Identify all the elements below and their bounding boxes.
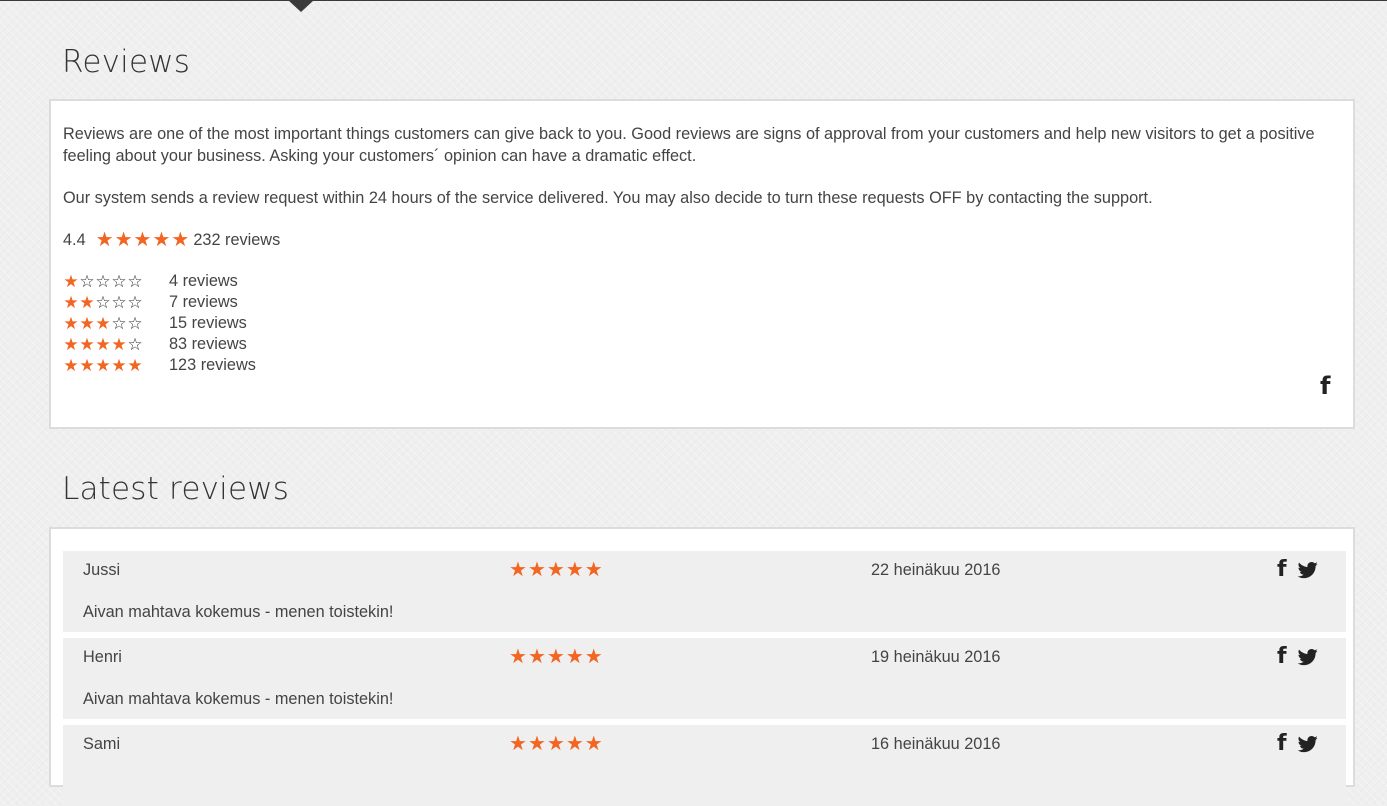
star-filled-icon: ★: [79, 314, 95, 333]
star-icon: ★: [509, 559, 527, 581]
rating-breakdown-row: ★ ★ ☆ ☆ ☆ 7 reviews: [63, 292, 256, 313]
review-star-rating: ★ ★ ★ ★ ★: [509, 734, 604, 754]
star-filled-icon: ★: [95, 356, 111, 375]
star-rating: ★ ★ ★ ★ ☆: [63, 336, 169, 353]
review-star-rating: ★ ★ ★ ★ ★: [509, 647, 604, 667]
rating-breakdown-row: ★ ★ ★ ★ ☆ 83 reviews: [63, 334, 256, 355]
star-filled-icon: ★: [79, 335, 95, 354]
rating-breakdown: ★ ☆ ☆ ☆ ☆ 4 reviews ★ ★ ☆ ☆ ☆ 7 reviews ★ ★ ★ ☆ ☆ 15 revi…: [63, 271, 256, 376]
rating-breakdown-row: ★ ☆ ☆ ☆ ☆ 4 reviews: [63, 271, 256, 292]
reviewer-name: Sami: [83, 735, 121, 753]
star-filled-icon: ★: [111, 356, 127, 375]
top-divider: [0, 0, 1387, 1]
rating-breakdown-count: 123 reviews: [169, 356, 256, 374]
facebook-icon[interactable]: f: [1277, 731, 1287, 756]
intro-paragraph: Reviews are one of the most important th…: [63, 125, 1315, 165]
star-icon: ★: [546, 559, 565, 581]
star-filled-icon: ★: [95, 335, 111, 354]
star-rating: ★ ★ ★ ★ ★: [63, 357, 169, 374]
facebook-icon[interactable]: f: [1277, 644, 1287, 669]
star-icon: ★: [152, 229, 171, 251]
star-filled-icon: ★: [79, 356, 95, 375]
rating-breakdown-row: ★ ★ ★ ☆ ☆ 15 reviews: [63, 313, 256, 334]
review-share-icons: f: [1277, 557, 1319, 582]
review-share-icons: f: [1277, 731, 1319, 756]
star-rating: ★ ★ ★ ☆ ☆: [63, 315, 169, 332]
star-filled-icon: ★: [79, 293, 95, 312]
latest-reviews-panel: Jussi ★ ★ ★ ★ ★ 22 heinäkuu 2016 f Aivan mahtava…: [49, 527, 1355, 806]
star-filled-icon: ★: [127, 356, 143, 375]
star-empty-icon: ☆: [127, 272, 143, 291]
star-filled-icon: ★: [63, 314, 79, 333]
star-empty-icon: ☆: [111, 314, 127, 333]
star-icon: ★: [565, 733, 584, 755]
twitter-icon[interactable]: [1297, 734, 1319, 754]
average-rating-value: 4.4: [63, 230, 86, 249]
star-icon: ★: [565, 559, 584, 581]
star-icon: ★: [133, 229, 152, 251]
star-icon: ★: [95, 229, 114, 251]
review-date: 16 heinäkuu 2016: [871, 735, 1001, 753]
star-icon: ★: [584, 559, 603, 581]
reviewer-name: Henri: [83, 648, 122, 666]
reviews-summary-panel: Reviews are one of the most important th…: [49, 99, 1355, 429]
star-empty-icon: ☆: [127, 335, 143, 354]
star-empty-icon: ☆: [95, 293, 111, 312]
star-icon: ★: [565, 646, 584, 668]
star-filled-icon: ★: [95, 314, 111, 333]
facebook-icon[interactable]: f: [1320, 372, 1330, 400]
review-card: Sami ★ ★ ★ ★ ★ 16 heinäkuu 2016 f: [63, 725, 1346, 806]
star-icon: ★: [584, 733, 603, 755]
star-filled-icon: ★: [63, 335, 79, 354]
review-star-rating: ★ ★ ★ ★ ★: [509, 560, 604, 580]
star-filled-icon: ★: [111, 335, 127, 354]
rating-breakdown-count: 4 reviews: [169, 272, 238, 290]
star-filled-icon: ★: [63, 272, 79, 291]
rating-breakdown-count: 83 reviews: [169, 335, 247, 353]
star-icon: ★: [527, 733, 546, 755]
twitter-icon[interactable]: [1297, 647, 1319, 667]
star-rating: ★ ☆ ☆ ☆ ☆: [63, 273, 169, 290]
star-icon: ★: [509, 733, 527, 755]
star-icon: ★: [527, 559, 546, 581]
star-empty-icon: ☆: [79, 272, 95, 291]
rating-breakdown-count: 15 reviews: [169, 314, 247, 332]
star-icon: ★: [114, 229, 133, 251]
reviews-heading: Reviews: [62, 44, 191, 80]
star-icon: ★: [546, 733, 565, 755]
star-empty-icon: ☆: [127, 314, 143, 333]
total-reviews-count: 232 reviews: [193, 230, 281, 249]
review-date: 19 heinäkuu 2016: [871, 648, 1001, 666]
rating-breakdown-row: ★ ★ ★ ★ ★ 123 reviews: [63, 355, 256, 376]
star-icon: ★: [584, 646, 603, 668]
star-filled-icon: ★: [63, 356, 79, 375]
rating-breakdown-count: 7 reviews: [169, 293, 238, 311]
review-request-paragraph: Our system sends a review request within…: [63, 189, 1153, 207]
star-empty-icon: ☆: [111, 272, 127, 291]
star-icon: ★: [546, 646, 565, 668]
star-icon: ★: [509, 646, 527, 668]
reviewer-name: Jussi: [83, 561, 121, 579]
review-text: Aivan mahtava kokemus - menen toistekin!: [83, 603, 394, 621]
latest-reviews-heading: Latest reviews: [62, 471, 290, 507]
average-rating-row: 4.4 ★ ★ ★ ★ ★ 232 reviews: [63, 229, 280, 251]
active-tab-indicator: [288, 0, 314, 12]
facebook-icon[interactable]: f: [1277, 557, 1287, 582]
review-card: Jussi ★ ★ ★ ★ ★ 22 heinäkuu 2016 f Aivan mahtava…: [63, 551, 1346, 632]
review-date: 22 heinäkuu 2016: [871, 561, 1001, 579]
review-card: Henri ★ ★ ★ ★ ★ 19 heinäkuu 2016 f Aivan mahtava…: [63, 638, 1346, 719]
star-empty-icon: ☆: [127, 293, 143, 312]
review-text: Aivan mahtava kokemus - menen toistekin!: [83, 690, 394, 708]
star-filled-icon: ★: [63, 293, 79, 312]
star-empty-icon: ☆: [111, 293, 127, 312]
star-empty-icon: ☆: [95, 272, 111, 291]
twitter-icon[interactable]: [1297, 560, 1319, 580]
star-icon: ★: [527, 646, 546, 668]
average-rating-stars: ★ ★ ★ ★ ★: [96, 230, 191, 250]
star-rating: ★ ★ ☆ ☆ ☆: [63, 294, 169, 311]
review-share-icons: f: [1277, 644, 1319, 669]
star-icon: ★: [171, 229, 190, 251]
